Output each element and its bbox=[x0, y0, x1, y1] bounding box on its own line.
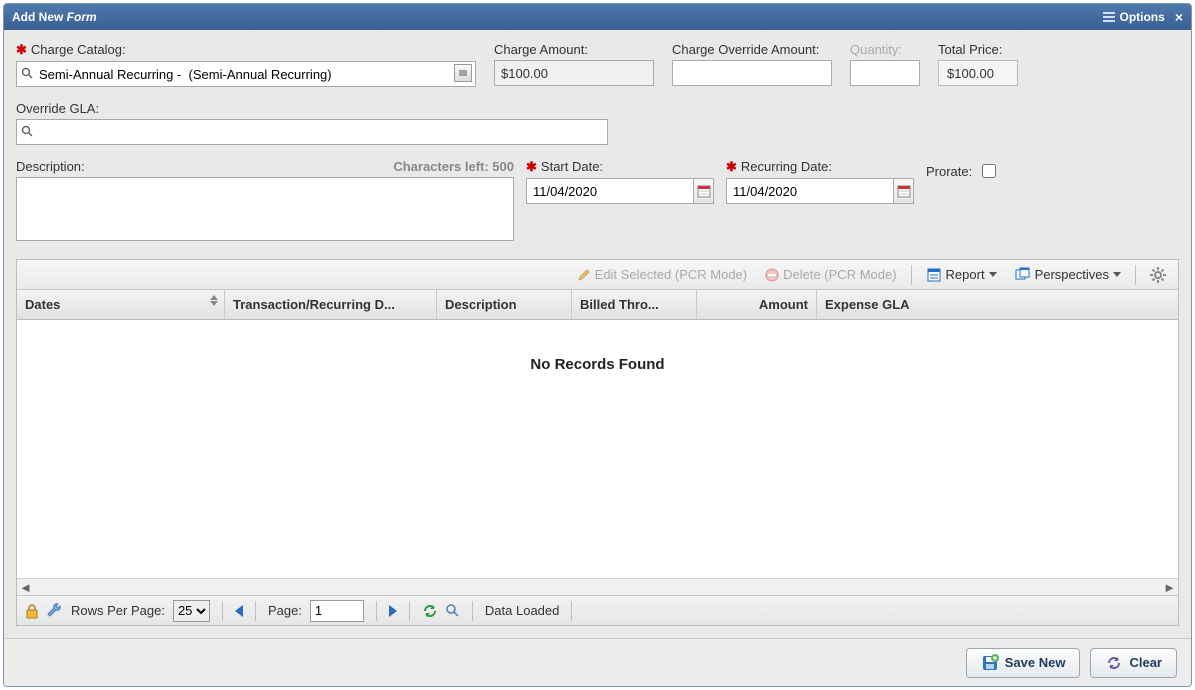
grid-header: Dates Transaction/Recurring D... Descrip… bbox=[17, 290, 1178, 320]
save-new-button[interactable]: Save New bbox=[966, 648, 1081, 678]
scroll-right-icon[interactable]: ► bbox=[1161, 580, 1178, 595]
pencil-icon bbox=[577, 268, 591, 282]
scroll-left-icon[interactable]: ◄ bbox=[17, 580, 34, 595]
label-recurring-date: ✱Recurring Date: bbox=[726, 159, 914, 175]
column-header-description[interactable]: Description bbox=[437, 290, 572, 319]
field-prorate: Prorate: bbox=[926, 161, 999, 181]
label-description: Description: bbox=[16, 159, 85, 174]
title-suffix: Form bbox=[67, 10, 97, 24]
horizontal-scrollbar[interactable]: ◄ ► bbox=[17, 578, 1178, 595]
charge-override-input[interactable] bbox=[672, 60, 832, 86]
save-icon bbox=[981, 654, 999, 672]
next-page-icon[interactable] bbox=[389, 605, 397, 617]
row-desc-dates: Description: Characters left: 500 ✱Start… bbox=[16, 159, 1179, 241]
field-override-gla: Override GLA: bbox=[16, 101, 608, 145]
column-header-billed[interactable]: Billed Thro... bbox=[572, 290, 697, 319]
charge-catalog-dropdown-icon[interactable] bbox=[454, 64, 472, 82]
label-charge-amount: Charge Amount: bbox=[494, 42, 654, 57]
start-date-input[interactable] bbox=[526, 178, 694, 204]
gear-icon bbox=[1150, 267, 1166, 283]
clear-button[interactable]: Clear bbox=[1090, 648, 1177, 678]
perspectives-icon bbox=[1015, 267, 1031, 283]
field-description: Description: Characters left: 500 bbox=[16, 159, 514, 241]
report-button[interactable]: Report bbox=[920, 265, 1003, 285]
dialog-body: ✱Charge Catalog: Charge Amount: Charge O… bbox=[4, 30, 1191, 638]
field-start-date: ✱Start Date: bbox=[526, 159, 714, 204]
settings-button[interactable] bbox=[1144, 265, 1172, 285]
search-icon bbox=[21, 125, 33, 137]
field-total-price: Total Price: $100.00 bbox=[938, 42, 1018, 87]
dialog-footer: Save New Clear bbox=[4, 638, 1191, 686]
field-quantity: Quantity: bbox=[850, 42, 920, 87]
grid-footer: Rows Per Page: 25 Page: Data Loaded bbox=[17, 595, 1178, 625]
grid-toolbar: Edit Selected (PCR Mode) Delete (PCR Mod… bbox=[17, 260, 1178, 290]
description-input[interactable] bbox=[16, 177, 514, 241]
lookup-override-gla bbox=[16, 119, 608, 145]
field-charge-amount: Charge Amount: bbox=[494, 42, 654, 87]
sort-icon bbox=[210, 295, 218, 306]
close-icon[interactable]: × bbox=[1175, 9, 1183, 25]
recurring-date-input[interactable] bbox=[726, 178, 894, 204]
minus-circle-icon bbox=[765, 268, 779, 282]
row-override-gla: Override GLA: bbox=[16, 101, 1179, 145]
prorate-checkbox[interactable] bbox=[982, 164, 996, 178]
label-charge-override: Charge Override Amount: bbox=[672, 42, 832, 57]
clear-icon bbox=[1105, 654, 1123, 672]
chars-left: Characters left: 500 bbox=[393, 159, 514, 174]
chevron-down-icon bbox=[1113, 272, 1121, 277]
column-header-expense-gla[interactable]: Expense GLA bbox=[817, 290, 1178, 319]
grid-body: No Records Found bbox=[17, 320, 1178, 578]
chevron-down-icon bbox=[989, 272, 997, 277]
search-icon[interactable] bbox=[446, 604, 460, 618]
dialog-title: Add New Form bbox=[12, 10, 97, 24]
label-charge-catalog: ✱Charge Catalog: bbox=[16, 42, 476, 58]
delete-button: Delete (PCR Mode) bbox=[759, 265, 902, 284]
calendar-icon[interactable] bbox=[694, 178, 714, 204]
options-button[interactable]: Options bbox=[1103, 10, 1164, 24]
field-charge-catalog: ✱Charge Catalog: bbox=[16, 42, 476, 87]
dialog-window: Add New Form Options × ✱Charge Catalog: bbox=[3, 3, 1192, 687]
label-prorate: Prorate: bbox=[926, 164, 972, 179]
column-header-dates[interactable]: Dates bbox=[17, 290, 225, 319]
column-header-transaction[interactable]: Transaction/Recurring D... bbox=[225, 290, 437, 319]
page-number-input[interactable] bbox=[310, 600, 364, 622]
edit-selected-button: Edit Selected (PCR Mode) bbox=[571, 265, 753, 284]
pager-status: Data Loaded bbox=[485, 603, 559, 618]
options-label: Options bbox=[1119, 10, 1164, 24]
prev-page-icon[interactable] bbox=[235, 605, 243, 617]
total-price-value: $100.00 bbox=[938, 60, 1018, 86]
lock-icon[interactable] bbox=[25, 603, 39, 619]
override-gla-input[interactable] bbox=[16, 119, 608, 145]
options-icon bbox=[1103, 12, 1115, 22]
calendar-icon[interactable] bbox=[894, 178, 914, 204]
label-override-gla: Override GLA: bbox=[16, 101, 608, 116]
rows-per-page-select[interactable]: 25 bbox=[173, 600, 210, 622]
field-recurring-date: ✱Recurring Date: bbox=[726, 159, 914, 204]
wrench-icon[interactable] bbox=[47, 603, 63, 619]
label-total-price: Total Price: bbox=[938, 42, 1018, 57]
label-start-date: ✱Start Date: bbox=[526, 159, 714, 175]
label-quantity: Quantity: bbox=[850, 42, 920, 57]
search-icon bbox=[21, 67, 33, 79]
report-icon bbox=[926, 267, 942, 283]
grid-panel: Edit Selected (PCR Mode) Delete (PCR Mod… bbox=[16, 259, 1179, 626]
charge-amount-input bbox=[494, 60, 654, 86]
rows-per-page-label: Rows Per Page: bbox=[71, 603, 165, 618]
title-prefix: Add New bbox=[12, 10, 67, 24]
field-charge-override: Charge Override Amount: bbox=[672, 42, 832, 87]
charge-catalog-input[interactable] bbox=[16, 61, 476, 87]
titlebar: Add New Form Options × bbox=[4, 4, 1191, 30]
perspectives-button[interactable]: Perspectives bbox=[1009, 265, 1127, 285]
page-label: Page: bbox=[268, 603, 302, 618]
no-records-text: No Records Found bbox=[530, 356, 664, 373]
lookup-charge-catalog bbox=[16, 61, 476, 87]
quantity-input bbox=[850, 60, 920, 86]
column-header-amount[interactable]: Amount bbox=[697, 290, 817, 319]
refresh-icon[interactable] bbox=[422, 603, 438, 619]
row-charge: ✱Charge Catalog: Charge Amount: Charge O… bbox=[16, 42, 1179, 87]
